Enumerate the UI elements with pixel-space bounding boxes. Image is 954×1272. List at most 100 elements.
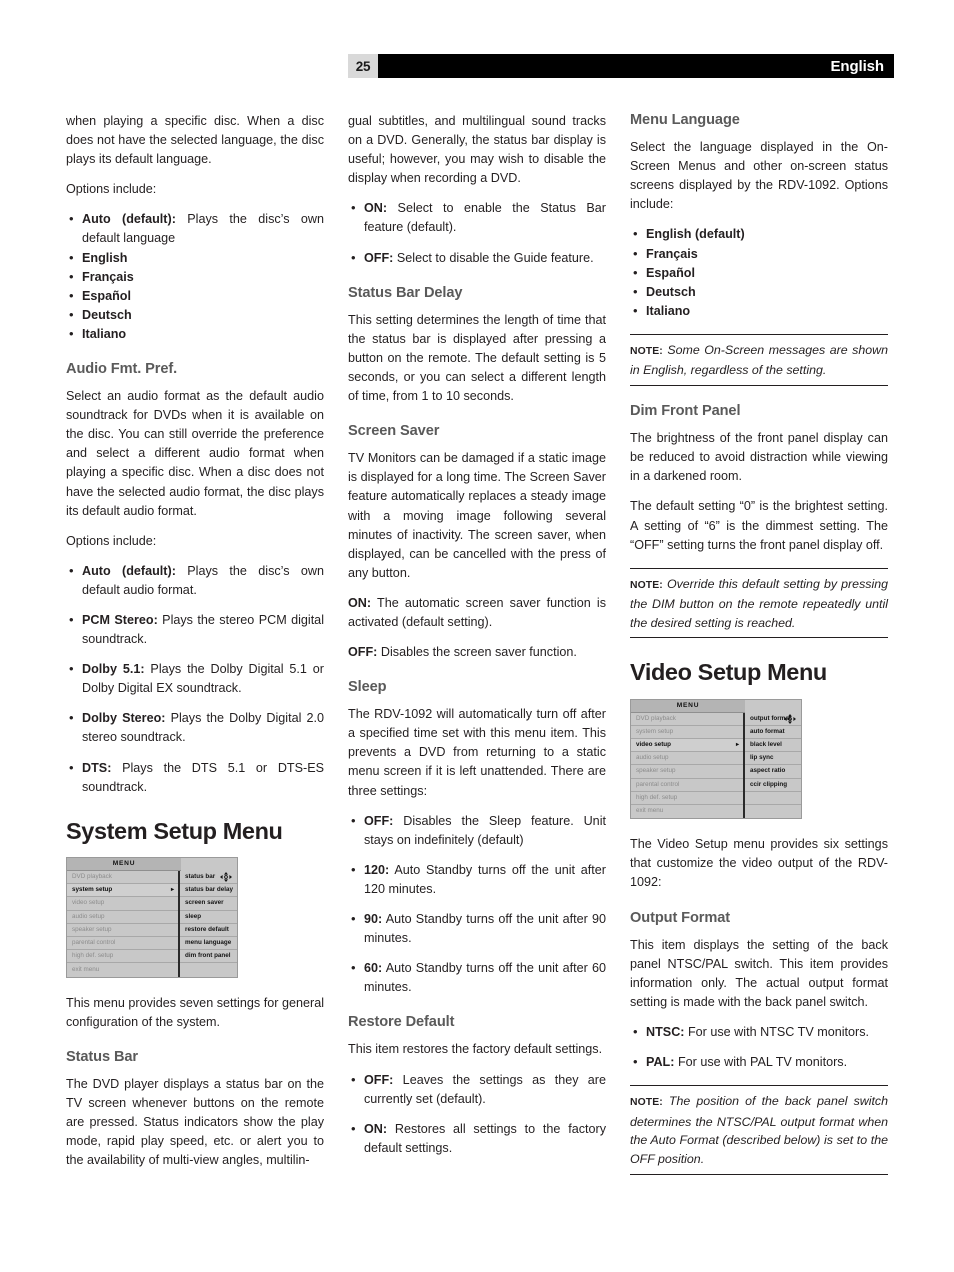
term-label: Dolby Stereo: [82, 711, 166, 726]
list-item: English (default) [630, 224, 888, 244]
osd-menu-item-dvd-playback[interactable]: DVD playback [67, 871, 179, 885]
osd-right-column: output format auto format black level lip s… [745, 712, 801, 819]
term-label: Español [646, 265, 695, 280]
list-audio-format-options: Auto (default): Plays the disc’s own def… [66, 561, 324, 797]
term-label: Auto (default): [82, 212, 176, 227]
osd-menu-item-black-level[interactable]: black level [745, 739, 801, 753]
term-label: ON: [364, 201, 388, 216]
heading-status-bar-delay: Status Bar Delay [348, 284, 463, 301]
osd-right-column: status bar status bar delay screen saver sl… [180, 871, 237, 977]
osd-menu-item-screen-saver[interactable]: screen saver [180, 897, 237, 911]
osd-menu-item-label: lip sync [750, 754, 774, 762]
term-label: OFF: [364, 250, 394, 265]
osd-menu-item-exit-menu[interactable]: exit menu [631, 805, 743, 819]
osd-menu-item-label: menu language [185, 938, 232, 946]
term-label: Español [82, 288, 131, 303]
osd-menu-item-label: speaker setup [636, 767, 676, 775]
list-item: English [66, 248, 324, 268]
osd-menu-item-aspect-ratio[interactable]: aspect ratio [745, 765, 801, 779]
navigation-pad-icon [220, 872, 232, 883]
list-status-bar-options: ON: Select to enable the Status Bar feat… [348, 198, 606, 267]
paragraph-screen-saver: TV Monitors can be damaged if a static i… [348, 451, 606, 580]
osd-menu-item-output-format[interactable]: output format [745, 712, 801, 726]
osd-menu-item-label: black level [750, 741, 782, 749]
osd-menu-item-ccir-clipping[interactable]: ccir clipping [745, 778, 801, 792]
term-label: ON: [364, 1121, 388, 1136]
list-item: Dolby 5.1: Plays the Dolby Digital 5.1 o… [66, 659, 324, 698]
osd-menu-item-audio-setup[interactable]: audio setup [67, 910, 179, 924]
osd-left-column: DVD playback system setup ▸ video setup audi… [67, 871, 181, 977]
osd-menu-item-lip-sync[interactable]: lip sync [745, 752, 801, 766]
paragraph-sleep-desc: The RDV-1092 will automatically turn off… [348, 707, 606, 798]
term-label: Deutsch [82, 307, 132, 322]
term-label: NTSC: [646, 1024, 685, 1039]
osd-menu-item-label: aspect ratio [750, 767, 786, 775]
osd-menu-item-empty [180, 963, 237, 977]
heading-dim-front-panel: Dim Front Panel [630, 403, 741, 420]
paragraph-video-setup-desc: The Video Setup menu provides six settin… [630, 837, 888, 890]
list-item: ON: Restores all settings to the factory… [348, 1119, 606, 1158]
paragraph-status-bar-cont: gual subtitles, and multilingual sound t… [348, 114, 606, 186]
paragraph-status-bar-desc: The DVD player displays a status bar on … [66, 1076, 324, 1168]
osd-menu-item-parental-control[interactable]: parental control [631, 778, 743, 792]
osd-menu-item-label: audio setup [636, 754, 669, 762]
osd-menu-item-video-setup[interactable]: video setup ▸ [631, 739, 743, 753]
list-item: NTSC: For use with NTSC TV monitors. [630, 1022, 888, 1042]
term-label: OFF: [348, 645, 378, 660]
list-item: PAL: For use with PAL TV monitors. [630, 1052, 888, 1072]
osd-menu-item-system-setup[interactable]: system setup [631, 725, 743, 740]
osd-menu-item-speaker-setup[interactable]: speaker setup [67, 923, 179, 937]
list-item: OFF: Disables the Sleep feature. Unit st… [348, 811, 606, 850]
osd-menu-item-dim-front-panel[interactable]: dim front panel [180, 950, 237, 964]
term-label: Dolby 5.1: [82, 662, 145, 677]
term-label: PCM Stereo: [82, 613, 158, 628]
note-label: NOTE: [630, 579, 663, 591]
osd-menu-item-exit-menu[interactable]: exit menu [67, 963, 179, 977]
term-label: Italiano [646, 303, 691, 318]
osd-title: MENU [631, 700, 745, 713]
osd-menu-item-video-setup[interactable]: video setup [67, 897, 179, 911]
term-label: Deutsch [646, 284, 696, 299]
note-text: Override this default setting by pressin… [630, 576, 888, 630]
list-item: 60: Auto Standby turns off the unit afte… [348, 958, 606, 997]
term-label: Auto (default): [82, 563, 176, 578]
note-label: NOTE: [630, 1097, 663, 1109]
osd-menu-item-parental-control[interactable]: parental control [67, 936, 179, 951]
paragraph-options-include: Options include: [66, 182, 157, 197]
paragraph-screen-saver-on: ON: The automatic screen saver function … [348, 595, 606, 629]
osd-menu-item-label: ccir clipping [750, 780, 788, 788]
list-item: Auto (default): Plays the disc’s own def… [66, 209, 324, 248]
term-label: OFF: [364, 813, 394, 828]
osd-menu-item-speaker-setup[interactable]: speaker setup [631, 765, 743, 779]
osd-left-column: DVD playback system setup video setup ▸ audi… [631, 712, 745, 819]
osd-menu-item-label: parental control [72, 938, 116, 946]
osd-menu-item-label: parental control [636, 780, 680, 788]
list-item: Español [66, 286, 324, 306]
page-number: 25 [348, 54, 378, 78]
term-label: ON: [348, 595, 372, 610]
list-item: Français [66, 267, 324, 287]
heading-restore-default: Restore Default [348, 1014, 455, 1031]
osd-menu-item-status-bar-delay[interactable]: status bar delay [180, 884, 237, 898]
list-item: PCM Stereo: Plays the stereo PCM digital… [66, 610, 324, 649]
term-label: 60: [364, 961, 383, 976]
osd-menu-item-status-bar[interactable]: status bar [180, 871, 237, 885]
osd-menu-item-auto-format[interactable]: auto format [745, 725, 801, 740]
heading-screen-saver: Screen Saver [348, 423, 440, 440]
list-item: 90: Auto Standby turns off the unit afte… [348, 909, 606, 948]
osd-menu-item-menu-language[interactable]: menu language [180, 936, 237, 951]
osd-menu-item-dvd-playback[interactable]: DVD playback [631, 712, 743, 726]
osd-menu-item-system-setup[interactable]: system setup ▸ [67, 884, 179, 898]
osd-menu-item-label: high def. setup [636, 793, 678, 801]
osd-menu-item-audio-setup[interactable]: audio setup [631, 752, 743, 766]
osd-menu-item-restore-default[interactable]: restore default [180, 923, 237, 937]
osd-menu-item-label: video setup [72, 899, 105, 907]
osd-menu-item-label: restore default [185, 925, 229, 933]
osd-menu-item-sleep[interactable]: sleep [180, 910, 237, 924]
osd-menu-item-high-def-setup[interactable]: high def. setup [631, 791, 743, 806]
paragraph-language-intro: when playing a specific disc. When a dis… [66, 114, 324, 167]
osd-menu-item-high-def-setup[interactable]: high def. setup [67, 950, 179, 964]
term-label: Italiano [82, 326, 127, 341]
note-dim-front-panel: NOTE: Override this default setting by p… [630, 567, 888, 639]
list-item: DTS: Plays the DTS 5.1 or DTS-ES soundtr… [66, 758, 324, 797]
